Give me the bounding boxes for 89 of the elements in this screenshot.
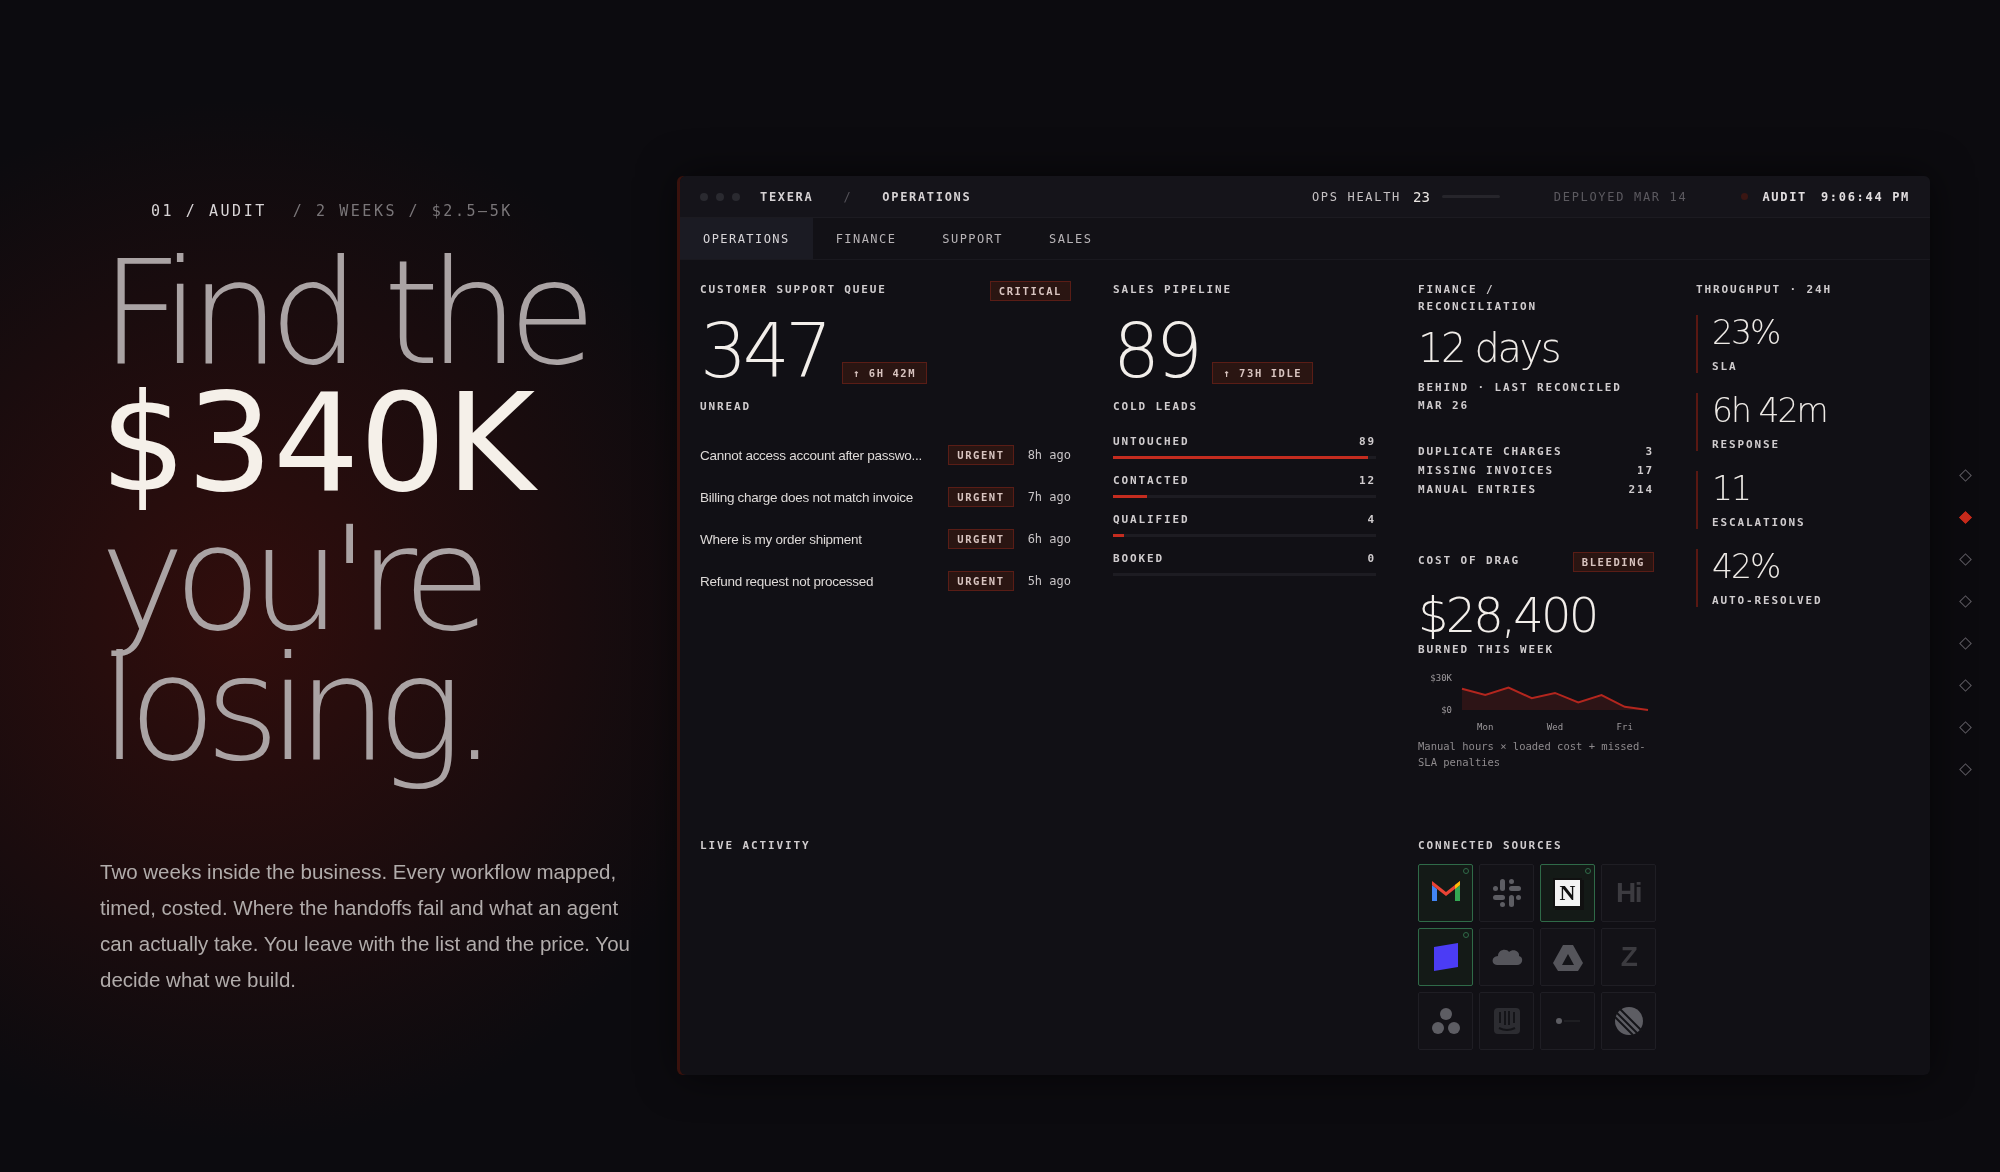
headline-line: Find the: [100, 242, 587, 378]
source-tile[interactable]: N: [1540, 864, 1595, 922]
metric-caption: RESPONSE: [1712, 438, 1781, 451]
ticket-age: 8h ago: [1027, 448, 1071, 462]
ticket-age: 6h ago: [1027, 532, 1071, 546]
breadcrumb-item[interactable]: TEXERA: [760, 189, 814, 204]
deploy-status: DEPLOYED MAR 14: [1553, 189, 1688, 204]
metric-caption: BEHIND · LAST RECONCILED MAR 26: [1418, 380, 1623, 414]
priority-tag: URGENT: [948, 445, 1014, 465]
item-name: MANUAL ENTRIES: [1418, 483, 1537, 496]
stage-name: CONTACTED: [1113, 474, 1190, 487]
breadcrumb-separator: /: [843, 189, 853, 204]
metric-value: $28,400: [1418, 587, 1598, 643]
metric-caption: ESCALATIONS: [1712, 516, 1807, 529]
priority-tag: URGENT: [948, 571, 1014, 591]
section-detail: / 2 WEEKS / $2.5–5K: [292, 202, 513, 220]
card-title: FINANCE / RECONCILIATION: [1418, 282, 1538, 315]
card-title: COST OF DRAG: [1418, 553, 1520, 569]
priority-tag: URGENT: [948, 487, 1014, 507]
headline-line: $340K: [100, 378, 538, 508]
tab[interactable]: FINANCE: [812, 218, 920, 259]
item-name: MISSING INVOICES: [1418, 464, 1554, 477]
ticket-age: 5h ago: [1027, 574, 1071, 588]
tab[interactable]: SUPPORT: [919, 218, 1026, 259]
metric-caption: BURNED THIS WEEK: [1418, 643, 1555, 656]
metric-value: 11: [1712, 471, 1752, 507]
item-name: DUPLICATE CHARGES: [1418, 445, 1563, 458]
status-badge: CRITICAL: [989, 281, 1071, 301]
source-tile[interactable]: [1418, 992, 1473, 1050]
source-tile[interactable]: [1540, 992, 1595, 1050]
ticket-subject[interactable]: Billing charge does not match invoice: [700, 489, 949, 505]
source-tile[interactable]: [1479, 992, 1534, 1050]
metric-value: 23%: [1712, 315, 1781, 351]
metric-value: 42%: [1712, 549, 1781, 585]
logo-mark: N: [1552, 878, 1583, 908]
card-title: CONNECTED SOURCES: [1418, 838, 1563, 854]
card-title: SALES PIPELINE: [1113, 282, 1232, 298]
stage-count: 0: [1367, 552, 1376, 565]
metric-value: 6h 42m: [1712, 393, 1828, 429]
metric-caption: COLD LEADS: [1113, 400, 1199, 413]
stage-name: BOOKED: [1113, 552, 1164, 565]
axis-label: Mon: [1477, 722, 1494, 732]
delta-badge: ↑ 73H IDLE: [1212, 362, 1314, 384]
item-count: 214: [1628, 483, 1654, 496]
item-count: 17: [1637, 464, 1654, 477]
source-tile[interactable]: [1479, 864, 1534, 922]
item-count: 3: [1645, 445, 1654, 458]
metric-value: 89: [1113, 312, 1199, 390]
stage-count: 4: [1367, 513, 1376, 526]
ticket-subject[interactable]: Refund request not processed: [700, 573, 949, 589]
source-tile[interactable]: [1540, 928, 1595, 986]
delta-badge: ↑ 6H 42M: [841, 362, 928, 384]
stage-count: 12: [1359, 474, 1376, 487]
breadcrumb-item[interactable]: OPERATIONS: [882, 189, 972, 204]
footnote: Manual hours × loaded cost + missed-SLA penalties: [1418, 739, 1647, 770]
clock-time: 9:06:44 PM: [1820, 189, 1910, 204]
ticket-subject[interactable]: Where is my order shipment: [700, 531, 949, 547]
ticket-age: 7h ago: [1027, 490, 1071, 504]
metric-caption: SLA: [1712, 360, 1739, 373]
tab[interactable]: SALES: [1025, 218, 1116, 259]
source-tile[interactable]: [1601, 992, 1656, 1050]
status-badge: BLEEDING: [1572, 552, 1654, 572]
axis-label: Wed: [1546, 722, 1564, 732]
axis-label: $0: [1441, 705, 1452, 715]
metric-caption: AUTO-RESOLVED: [1712, 594, 1824, 607]
metric-value: 347: [700, 312, 828, 390]
stage-name: UNTOUCHED: [1113, 435, 1190, 448]
section-label: 01 / AUDIT: [151, 202, 267, 220]
metric-caption: UNREAD: [700, 400, 752, 413]
metric-value: 12 days: [1418, 325, 1561, 371]
audit-label: AUDIT: [1762, 189, 1807, 204]
card-title: THROUGHPUT · 24H: [1696, 282, 1832, 298]
dot-icon: [1555, 1018, 1580, 1024]
ticket-subject[interactable]: Cannot access account after passwo...: [700, 447, 949, 463]
body-paragraph: Two weeks inside the business. Every workflow mapped, timed, costed. Where the handoffs fail and what an agent can actually take. You leave with the list and the price. You decide what we build.: [100, 859, 631, 993]
status-dot: [1741, 193, 1749, 200]
health-label: OPS HEALTH: [1311, 189, 1401, 204]
axis-label: $30K: [1430, 673, 1452, 683]
source-tile[interactable]: [1418, 928, 1473, 986]
health-value: 23: [1413, 188, 1430, 205]
card-title: CUSTOMER SUPPORT QUEUE: [700, 282, 887, 298]
card-title: LIVE ACTIVITY: [700, 838, 811, 854]
source-tile[interactable]: [1479, 928, 1534, 986]
axis-label: Fri: [1616, 722, 1633, 732]
stage-name: QUALIFIED: [1113, 513, 1190, 526]
source-tile[interactable]: [1418, 864, 1473, 922]
priority-tag: URGENT: [948, 529, 1014, 549]
tab[interactable]: OPERATIONS: [680, 218, 813, 259]
stage-count: 89: [1359, 435, 1376, 448]
